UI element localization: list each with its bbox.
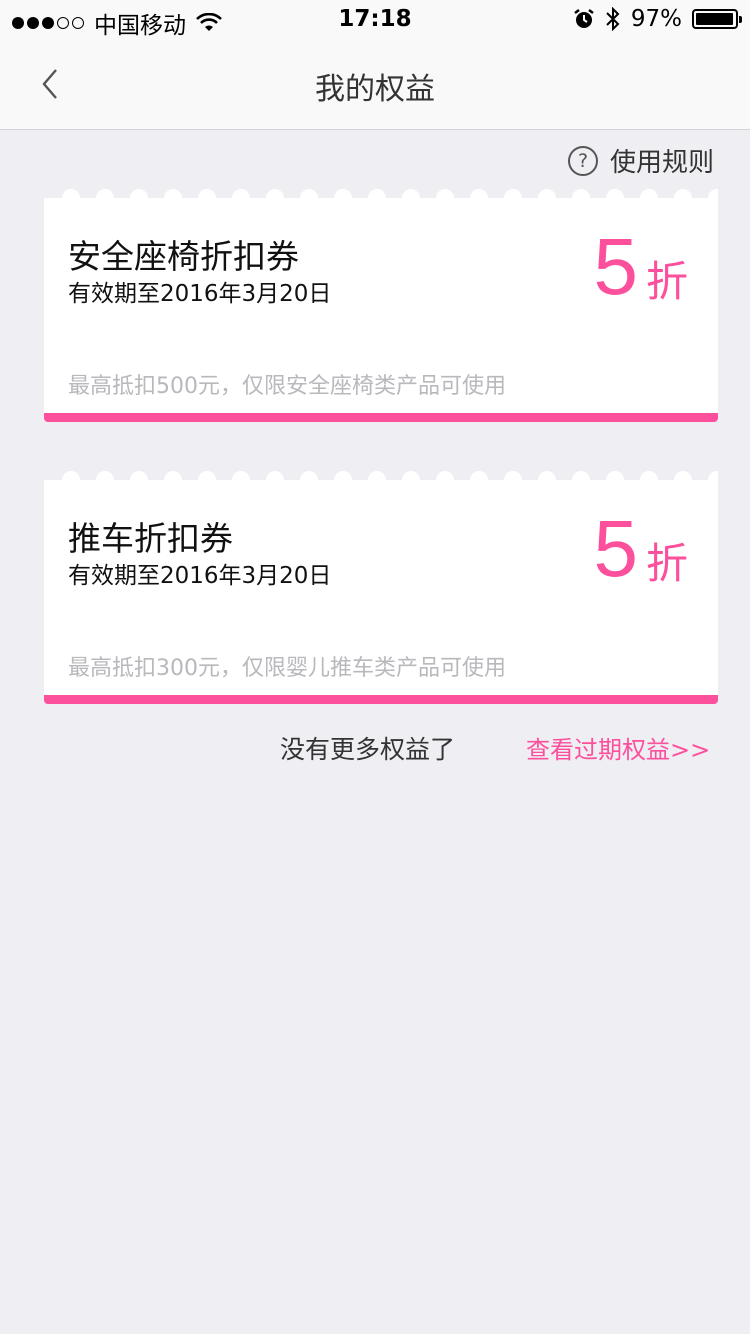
battery-percentage: 97% — [630, 6, 682, 32]
page-title: 我的权益 — [315, 72, 435, 107]
coupon-discount: 5 折 — [593, 222, 688, 312]
usage-rules-link[interactable]: ? 使用规则 — [567, 142, 714, 179]
coupon-title: 安全座椅折扣券 — [68, 237, 299, 276]
status-right: 97% — [573, 6, 742, 32]
coupon-title: 推车折扣券 — [68, 519, 233, 558]
alarm-icon — [574, 9, 594, 28]
coupon-validity: 有效期至2016年3月20日 — [68, 281, 332, 307]
usage-rules-label: 使用规则 — [609, 148, 714, 178]
coupon-note: 最高抵扣500元，仅限安全座椅类产品可使用 — [68, 374, 506, 399]
battery-level — [696, 13, 733, 25]
navigation-bar: 我的权益 — [0, 40, 750, 130]
no-more-benefits-text: 没有更多权益了 — [280, 735, 456, 764]
view-expired-benefits-link[interactable]: 查看过期权益>> — [526, 730, 710, 765]
question-circle-icon: ? — [567, 145, 598, 176]
status-bar: 中国移动 17:18 97% — [0, 0, 750, 40]
coupon-scallop-edge — [44, 189, 718, 208]
discount-unit: 折 — [645, 539, 688, 588]
coupon-validity: 有效期至2016年3月20日 — [68, 563, 332, 589]
coupon-card[interactable]: 推车折扣券 有效期至2016年3月20日 5 折 最高抵扣300元，仅限婴儿推车… — [44, 471, 718, 704]
coupon-scallop-edge — [44, 471, 718, 490]
coupon-note: 最高抵扣300元，仅限婴儿推车类产品可使用 — [68, 656, 506, 681]
battery-icon — [692, 9, 742, 29]
coupon-accent-bar — [44, 695, 718, 704]
discount-value: 5 — [593, 504, 638, 593]
coupon-card[interactable]: 安全座椅折扣券 有效期至2016年3月20日 5 折 最高抵扣500元，仅限安全… — [44, 189, 718, 422]
coupon-discount: 5 折 — [593, 504, 688, 594]
bluetooth-icon — [606, 7, 620, 31]
discount-value: 5 — [593, 222, 638, 311]
coupon-accent-bar — [44, 413, 718, 422]
discount-unit: 折 — [645, 257, 688, 306]
